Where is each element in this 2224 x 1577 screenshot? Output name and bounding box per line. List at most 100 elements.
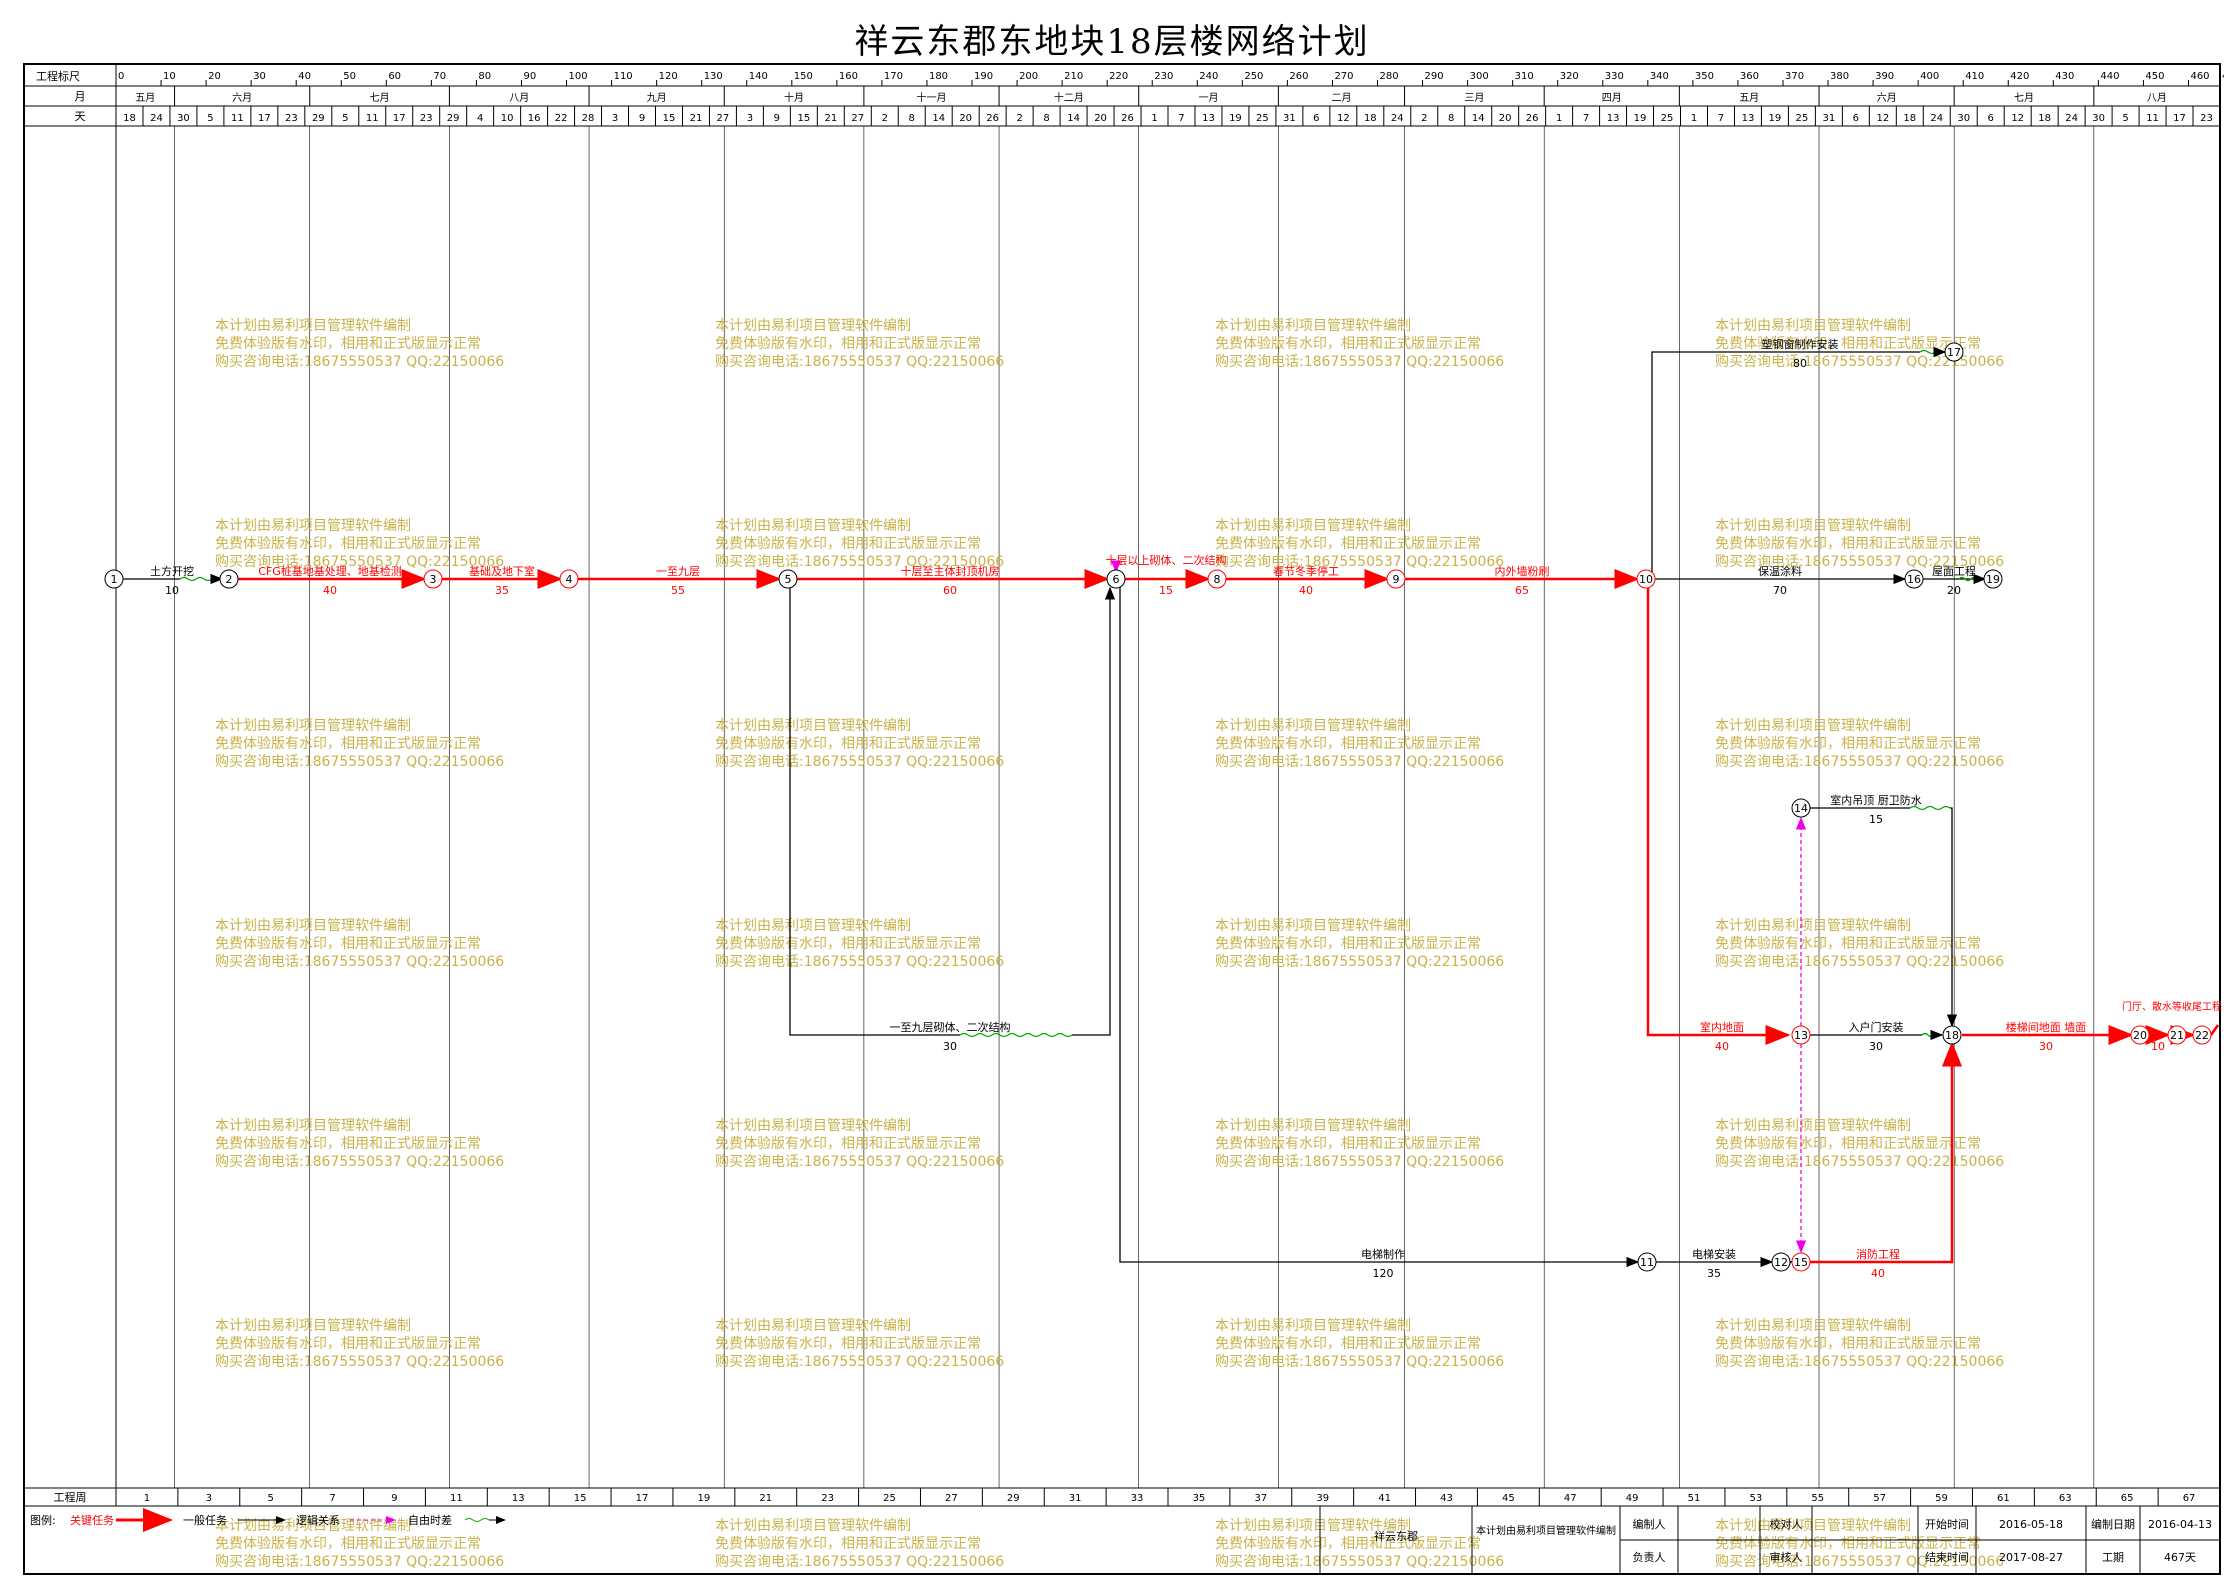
day-label: 9 xyxy=(774,113,780,124)
watermark-block: 本计划由易利项目管理软件编制免费体验版有水印，相用和正式版显示正常购买咨询电话:… xyxy=(1215,1118,1504,1170)
node-6: 6 xyxy=(1106,569,1126,589)
footer-start-value: 2016-05-18 xyxy=(1999,1518,2063,1531)
svg-text:本计划由易利项目管理软件编制: 本计划由易利项目管理软件编制 xyxy=(715,918,911,934)
legend-free-float: 自由时差 xyxy=(408,1513,452,1527)
ruler-tick-label: 220 xyxy=(1109,71,1128,82)
week-label: 29 xyxy=(1007,1493,1020,1504)
ruler-tick-label: 270 xyxy=(1334,71,1353,82)
week-label: 55 xyxy=(1811,1493,1824,1504)
ruler-tick-label: 90 xyxy=(523,71,536,82)
svg-text:购买咨询电话:18675550537 QQ:22150066: 购买咨询电话:18675550537 QQ:22150066 xyxy=(215,1154,504,1170)
svg-text:免费体验版有水印，相用和正式版显示正常: 免费体验版有水印，相用和正式版显示正常 xyxy=(1215,936,1481,952)
ruler-tick-label: 450 xyxy=(2145,71,2164,82)
day-label: 30 xyxy=(177,113,190,124)
footer-responsible-label: 负责人 xyxy=(1633,1550,1666,1564)
footer-end-label: 结束时间 xyxy=(1925,1551,1969,1564)
day-label: 16 xyxy=(528,113,541,124)
ruler-tick-label: 420 xyxy=(2010,71,2029,82)
week-label: 57 xyxy=(1873,1493,1886,1504)
svg-text:本计划由易利项目管理软件编制: 本计划由易利项目管理软件编制 xyxy=(1715,718,1911,734)
ruler-tick-label: 100 xyxy=(569,71,588,82)
footer-start-label: 开始时间 xyxy=(1925,1517,1969,1531)
day-label: 12 xyxy=(1337,113,1350,124)
ruler-tick-label: 320 xyxy=(1560,71,1579,82)
footer-duration-value: 467天 xyxy=(2164,1551,2196,1564)
node-14: 14 xyxy=(1791,798,1811,818)
week-label: 工程周 xyxy=(54,1491,87,1504)
svg-text:免费体验版有水印，相用和正式版显示正常: 免费体验版有水印，相用和正式版显示正常 xyxy=(215,536,481,552)
footer-end-value: 2017-08-27 xyxy=(1999,1551,2063,1564)
day-label: 18 xyxy=(2038,113,2051,124)
watermark-block: 本计划由易利项目管理软件编制免费体验版有水印，相用和正式版显示正常购买咨询电话:… xyxy=(1215,718,1504,770)
ruler-tick-label: 80 xyxy=(478,71,491,82)
svg-text:购买咨询电话:18675550537 QQ:22150066: 购买咨询电话:18675550537 QQ:22150066 xyxy=(715,754,1004,770)
svg-text:免费体验版有水印，相用和正式版显示正常: 免费体验版有水印，相用和正式版显示正常 xyxy=(1715,536,1981,552)
node-21: 21 xyxy=(2167,1025,2187,1045)
month-label: 五月 xyxy=(135,92,155,104)
week-label: 7 xyxy=(329,1493,335,1504)
week-label: 5 xyxy=(268,1493,274,1504)
day-label: 18 xyxy=(123,113,136,124)
day-label: 30 xyxy=(1957,113,1970,124)
week-label: 1 xyxy=(144,1493,150,1504)
week-label: 67 xyxy=(2183,1493,2196,1504)
svg-text:免费体验版有水印，相用和正式版显示正常: 免费体验版有水印，相用和正式版显示正常 xyxy=(215,936,481,952)
node-13: 13 xyxy=(1791,1025,1811,1045)
node-15: 15 xyxy=(1791,1252,1811,1272)
day-label: 1 xyxy=(1151,113,1157,124)
node-8: 8 xyxy=(1207,569,1227,589)
ruler-tick-label: 140 xyxy=(749,71,768,82)
svg-text:免费体验版有水印，相用和正式版显示正常: 免费体验版有水印，相用和正式版显示正常 xyxy=(1715,936,1981,952)
network-diagram: 工程标尺 月 天 工程周 0 10 20 30 40 50 60 70 80 90 100 110 12… xyxy=(23,63,2224,1575)
day-label: 6 xyxy=(1313,113,1319,124)
day-label: 31 xyxy=(1823,113,1836,124)
svg-text:购买咨询电话:18675550537 QQ:22150066: 购买咨询电话:18675550537 QQ:22150066 xyxy=(1215,354,1504,370)
day-label: 24 xyxy=(2065,113,2078,124)
svg-text:购买咨询电话:18675550537 QQ:22150066: 购买咨询电话:18675550537 QQ:22150066 xyxy=(215,954,504,970)
svg-text:免费体验版有水印，相用和正式版显示正常: 免费体验版有水印，相用和正式版显示正常 xyxy=(715,736,981,752)
svg-text:免费体验版有水印，相用和正式版显示正常: 免费体验版有水印，相用和正式版显示正常 xyxy=(215,1536,481,1552)
svg-text:本计划由易利项目管理软件编制: 本计划由易利项目管理软件编制 xyxy=(215,518,411,534)
day-label: 31 xyxy=(1283,113,1296,124)
task-duration: 15 xyxy=(1159,584,1173,597)
task-duration: 55 xyxy=(671,584,685,597)
svg-text:购买咨询电话:18675550537 QQ:22150066: 购买咨询电话:18675550537 QQ:22150066 xyxy=(1215,1154,1504,1170)
day-label: 14 xyxy=(932,113,945,124)
svg-text:15: 15 xyxy=(1794,1256,1808,1269)
week-label: 27 xyxy=(945,1493,958,1504)
day-label: 19 xyxy=(1634,113,1647,124)
ruler-tick-label: 0 xyxy=(118,71,124,82)
svg-text:5: 5 xyxy=(785,573,792,586)
svg-text:免费体验版有水印，相用和正式版显示正常: 免费体验版有水印，相用和正式版显示正常 xyxy=(1715,1136,1981,1152)
day-label: 27 xyxy=(717,113,730,124)
ruler-tick-label: 210 xyxy=(1064,71,1083,82)
svg-text:本计划由易利项目管理软件编制: 本计划由易利项目管理软件编制 xyxy=(1215,918,1411,934)
footer-date-value: 2016-04-13 xyxy=(2148,1518,2212,1531)
week-label: 37 xyxy=(1254,1493,1267,1504)
svg-text:本计划由易利项目管理软件编制: 本计划由易利项目管理软件编制 xyxy=(1715,1518,1911,1534)
svg-text:免费体验版有水印，相用和正式版显示正常: 免费体验版有水印，相用和正式版显示正常 xyxy=(715,536,981,552)
ruler-tick-label: 40 xyxy=(298,71,311,82)
node-17: 17 xyxy=(1944,342,1964,362)
svg-text:21: 21 xyxy=(2170,1029,2184,1042)
week-label: 21 xyxy=(759,1493,772,1504)
svg-text:9: 9 xyxy=(1393,573,1400,586)
watermark-block: 本计划由易利项目管理软件编制免费体验版有水印，相用和正式版显示正常购买咨询电话:… xyxy=(715,518,1004,570)
svg-text:本计划由易利项目管理软件编制: 本计划由易利项目管理软件编制 xyxy=(1215,518,1411,534)
svg-text:免费体验版有水印，相用和正式版显示正常: 免费体验版有水印，相用和正式版显示正常 xyxy=(1715,336,1981,352)
day-label: 6 xyxy=(1988,113,1994,124)
node-9: 9 xyxy=(1386,569,1406,589)
task-name: 一至九层砌体、二次结构 xyxy=(890,1020,1011,1034)
day-label: 12 xyxy=(2011,113,2024,124)
week-label: 13 xyxy=(512,1493,525,1504)
watermark-block: 本计划由易利项目管理软件编制免费体验版有水印，相用和正式版显示正常购买咨询电话:… xyxy=(1215,318,1504,370)
watermark-block: 本计划由易利项目管理软件编制免费体验版有水印，相用和正式版显示正常购买咨询电话:… xyxy=(215,1318,504,1370)
ruler-tick-label: 170 xyxy=(884,71,903,82)
svg-text:6: 6 xyxy=(1113,573,1120,586)
watermark-block: 本计划由易利项目管理软件编制免费体验版有水印，相用和正式版显示正常购买咨询电话:… xyxy=(715,1118,1004,1170)
svg-text:本计划由易利项目管理软件编制: 本计划由易利项目管理软件编制 xyxy=(715,1118,911,1134)
watermark-block: 本计划由易利项目管理软件编制免费体验版有水印，相用和正式版显示正常购买咨询电话:… xyxy=(1215,918,1504,970)
svg-text:19: 19 xyxy=(1986,573,2000,586)
week-label: 45 xyxy=(1502,1493,1515,1504)
svg-text:本计划由易利项目管理软件编制: 本计划由易利项目管理软件编制 xyxy=(715,1518,911,1534)
